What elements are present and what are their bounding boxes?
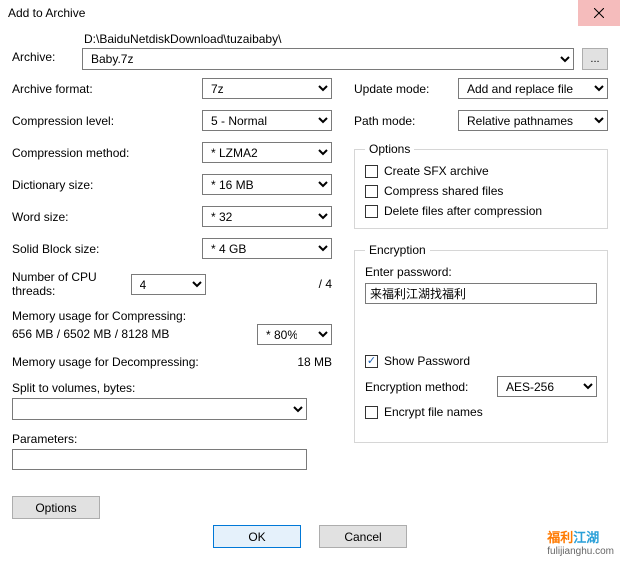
compression-level-label: Compression level:: [12, 114, 202, 128]
cancel-button[interactable]: Cancel: [319, 525, 407, 548]
compression-method-label: Compression method:: [12, 146, 202, 160]
show-password-label: Show Password: [384, 354, 470, 368]
archive-format-label: Archive format:: [12, 82, 202, 96]
path-mode-label: Path mode:: [354, 114, 415, 128]
encryption-method-label: Encryption method:: [365, 380, 487, 394]
encrypt-filenames-checkbox[interactable]: [365, 406, 378, 419]
options-button[interactable]: Options: [12, 496, 100, 519]
archive-file-select[interactable]: Baby.7z: [82, 48, 574, 70]
cpu-threads-select[interactable]: 4: [131, 274, 206, 295]
compress-shared-label: Compress shared files: [384, 184, 503, 198]
mem-compress-value: 656 MB / 6502 MB / 8128 MB: [12, 327, 257, 342]
close-icon: [594, 8, 604, 18]
update-mode-label: Update mode:: [354, 82, 429, 96]
cpu-threads-label: Number of CPU threads:: [12, 270, 131, 298]
delete-after-checkbox[interactable]: [365, 205, 378, 218]
split-volumes-label: Split to volumes, bytes:: [12, 381, 332, 395]
window-titlebar: Add to Archive: [0, 0, 620, 26]
encryption-group: Encryption Enter password: Show Password…: [354, 243, 608, 443]
parameters-label: Parameters:: [12, 432, 332, 446]
mem-compress-pct-select[interactable]: * 80%: [257, 324, 332, 345]
options-group: Options Create SFX archive Compress shar…: [354, 142, 608, 229]
compress-shared-checkbox[interactable]: [365, 185, 378, 198]
update-mode-select[interactable]: Add and replace files: [458, 78, 608, 99]
cpu-threads-max: / 4: [214, 277, 333, 291]
mem-decompress-label: Memory usage for Decompressing:: [12, 355, 280, 369]
mem-compress-label: Memory usage for Compressing:: [12, 309, 186, 324]
split-volumes-select[interactable]: [12, 398, 307, 420]
encrypt-filenames-label: Encrypt file names: [384, 405, 483, 419]
options-legend: Options: [365, 142, 414, 156]
path-mode-select[interactable]: Relative pathnames: [458, 110, 608, 131]
sfx-checkbox[interactable]: [365, 165, 378, 178]
parameters-input[interactable]: [12, 449, 307, 470]
window-close-button[interactable]: [578, 0, 620, 26]
archive-format-select[interactable]: 7z: [202, 78, 332, 99]
watermark: 福利江湖 fulijianghu.com: [547, 527, 614, 557]
delete-after-label: Delete files after compression: [384, 204, 542, 218]
sfx-label: Create SFX archive: [384, 164, 489, 178]
compression-level-select[interactable]: 5 - Normal: [202, 110, 332, 131]
word-size-select[interactable]: * 32: [202, 206, 332, 227]
compression-method-select[interactable]: * LZMA2: [202, 142, 332, 163]
dictionary-size-select[interactable]: * 16 MB: [202, 174, 332, 195]
encryption-method-select[interactable]: AES-256: [497, 376, 597, 397]
ok-button[interactable]: OK: [213, 525, 301, 548]
password-label: Enter password:: [365, 265, 597, 279]
dictionary-size-label: Dictionary size:: [12, 178, 202, 192]
archive-label: Archive:: [12, 32, 82, 64]
archive-path-text: D:\BaiduNetdiskDownload\tuzaibaby\: [82, 32, 608, 46]
solid-block-size-select[interactable]: * 4 GB: [202, 238, 332, 259]
password-input[interactable]: [365, 283, 597, 304]
mem-decompress-value: 18 MB: [280, 355, 332, 369]
encryption-legend: Encryption: [365, 243, 430, 257]
browse-button[interactable]: ...: [582, 48, 608, 70]
window-title: Add to Archive: [8, 6, 85, 20]
solid-block-size-label: Solid Block size:: [12, 242, 202, 256]
show-password-checkbox[interactable]: [365, 355, 378, 368]
word-size-label: Word size:: [12, 210, 202, 224]
